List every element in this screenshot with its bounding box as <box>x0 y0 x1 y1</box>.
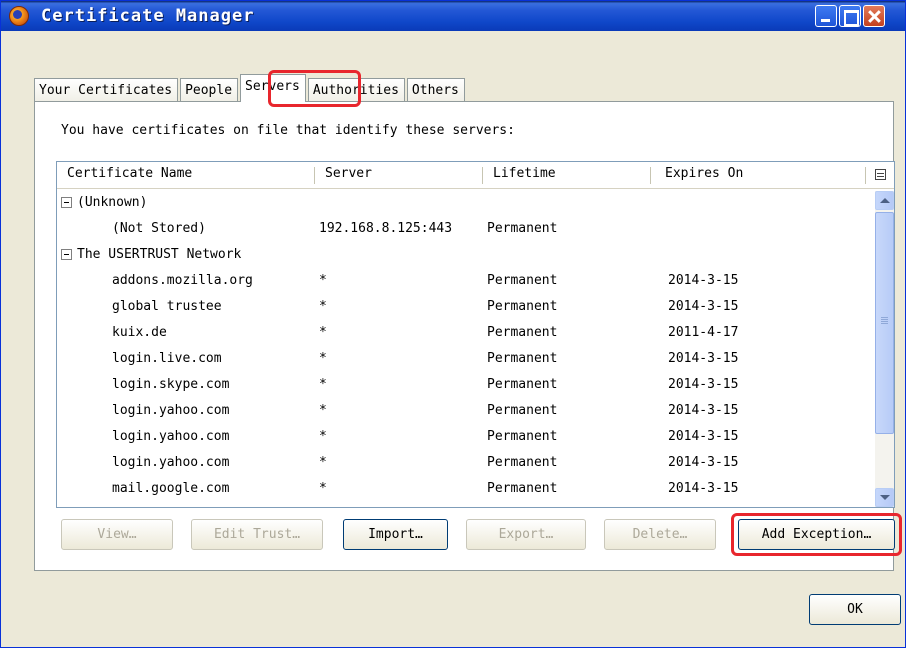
table-row[interactable]: kuix.de * Permanent 2011-4-17 <box>57 321 875 347</box>
cell-certificate-name: kuix.de <box>112 325 167 340</box>
delete-button[interactable]: Delete… <box>604 519 716 550</box>
table-row[interactable]: global trustee * Permanent 2014-3-15 <box>57 295 875 321</box>
view-button[interactable]: View… <box>61 519 173 550</box>
collapse-icon[interactable] <box>61 197 72 208</box>
edit-trust-button[interactable]: Edit Trust… <box>191 519 323 550</box>
tree-rows: (Unknown) (Not Stored) 192.168.8.125:443… <box>57 191 875 503</box>
group-name: (Unknown) <box>77 195 148 210</box>
cell-server: * <box>319 455 327 470</box>
cell-certificate-name: global trustee <box>112 299 222 314</box>
column-header-lifetime[interactable]: Lifetime <box>493 166 556 186</box>
cell-expires-on: 2011-4-17 <box>668 325 739 340</box>
firefox-icon <box>9 6 29 26</box>
close-icon[interactable] <box>863 5 885 27</box>
table-row[interactable]: (Not Stored) 192.168.8.125:443 Permanent <box>57 217 875 243</box>
cell-certificate-name: login.yahoo.com <box>112 403 230 418</box>
scroll-thumb[interactable] <box>875 212 894 434</box>
cell-certificate-name: login.yahoo.com <box>112 429 230 444</box>
maximize-icon[interactable] <box>839 5 861 27</box>
tree-header: Certificate Name Server Lifetime Expires… <box>57 162 894 189</box>
cell-server: * <box>319 299 327 314</box>
cell-lifetime: Permanent <box>487 299 558 314</box>
import-button[interactable]: Import… <box>343 519 448 550</box>
cell-lifetime: Permanent <box>487 455 558 470</box>
minimize-icon[interactable] <box>815 5 837 27</box>
cell-expires-on: 2014-3-15 <box>668 455 739 470</box>
collapse-icon[interactable] <box>61 249 72 260</box>
table-row[interactable]: login.yahoo.com * Permanent 2014-3-15 <box>57 399 875 425</box>
cell-expires-on: 2014-3-15 <box>668 299 739 314</box>
scroll-up-icon[interactable] <box>875 191 894 210</box>
tree-group-row[interactable]: (Unknown) <box>57 191 875 217</box>
tab-servers[interactable]: Servers <box>240 74 306 102</box>
column-splitter[interactable] <box>865 167 866 184</box>
cell-lifetime: Permanent <box>487 377 558 392</box>
cell-server: * <box>319 351 327 366</box>
cell-lifetime: Permanent <box>487 351 558 366</box>
cell-lifetime: Permanent <box>487 325 558 340</box>
cell-certificate-name: (Not Stored) <box>112 221 206 236</box>
certificate-tree[interactable]: Certificate Name Server Lifetime Expires… <box>56 161 895 508</box>
cell-server: * <box>319 429 327 444</box>
table-row[interactable]: login.yahoo.com * Permanent 2014-3-15 <box>57 451 875 477</box>
group-name: The USERTRUST Network <box>77 247 242 262</box>
table-row[interactable]: mail.google.com * Permanent 2014-3-15 <box>57 477 875 503</box>
column-header-expires-on[interactable]: Expires On <box>665 166 743 186</box>
window-title: Certificate Manager <box>41 6 255 26</box>
column-splitter[interactable] <box>650 167 651 184</box>
column-header-certificate-name[interactable]: Certificate Name <box>67 166 192 186</box>
cell-certificate-name: login.yahoo.com <box>112 455 230 470</box>
export-button[interactable]: Export… <box>466 519 586 550</box>
cell-lifetime: Permanent <box>487 403 558 418</box>
table-row[interactable]: addons.mozilla.org * Permanent 2014-3-15 <box>57 269 875 295</box>
cell-lifetime: Permanent <box>487 273 558 288</box>
intro-text: You have certificates on file that ident… <box>61 123 515 138</box>
title-bar[interactable]: Certificate Manager <box>1 1 905 31</box>
tab-strip: Your Certificates People Servers Authori… <box>34 74 467 102</box>
tab-authorities[interactable]: Authorities <box>307 78 405 102</box>
cell-server: 192.168.8.125:443 <box>319 221 453 236</box>
cell-expires-on: 2014-3-15 <box>668 273 739 288</box>
cell-expires-on: 2014-3-15 <box>668 481 739 496</box>
table-row[interactable]: login.skype.com * Permanent 2014-3-15 <box>57 373 875 399</box>
column-picker-icon[interactable] <box>875 169 886 180</box>
cell-lifetime: Permanent <box>487 481 558 496</box>
certificate-manager-window: Certificate Manager Your Certificates Pe… <box>0 0 906 648</box>
cell-server: * <box>319 481 327 496</box>
cell-expires-on: 2014-3-15 <box>668 351 739 366</box>
cell-certificate-name: mail.google.com <box>112 481 230 496</box>
vertical-scrollbar[interactable] <box>875 191 894 507</box>
cell-lifetime: Permanent <box>487 429 558 444</box>
column-header-server[interactable]: Server <box>325 166 372 186</box>
cell-certificate-name: login.live.com <box>112 351 222 366</box>
cell-expires-on: 2014-3-15 <box>668 377 739 392</box>
tab-others[interactable]: Others <box>406 78 465 102</box>
scroll-down-icon[interactable] <box>875 488 894 507</box>
column-splitter[interactable] <box>314 167 315 184</box>
cell-server: * <box>319 273 327 288</box>
cell-expires-on: 2014-3-15 <box>668 403 739 418</box>
table-row[interactable]: login.live.com * Permanent 2014-3-15 <box>57 347 875 373</box>
ok-button[interactable]: OK <box>809 594 901 625</box>
cell-server: * <box>319 403 327 418</box>
tab-your-certificates[interactable]: Your Certificates <box>34 78 179 102</box>
cell-server: * <box>319 377 327 392</box>
cell-lifetime: Permanent <box>487 221 558 236</box>
tab-people[interactable]: People <box>180 78 239 102</box>
column-splitter[interactable] <box>482 167 483 184</box>
cell-server: * <box>319 325 327 340</box>
cell-certificate-name: addons.mozilla.org <box>112 273 253 288</box>
cell-certificate-name: login.skype.com <box>112 377 230 392</box>
cell-expires-on: 2014-3-15 <box>668 429 739 444</box>
tree-group-row[interactable]: The USERTRUST Network <box>57 243 875 269</box>
add-exception-button[interactable]: Add Exception… <box>738 519 895 550</box>
table-row[interactable]: login.yahoo.com * Permanent 2014-3-15 <box>57 425 875 451</box>
